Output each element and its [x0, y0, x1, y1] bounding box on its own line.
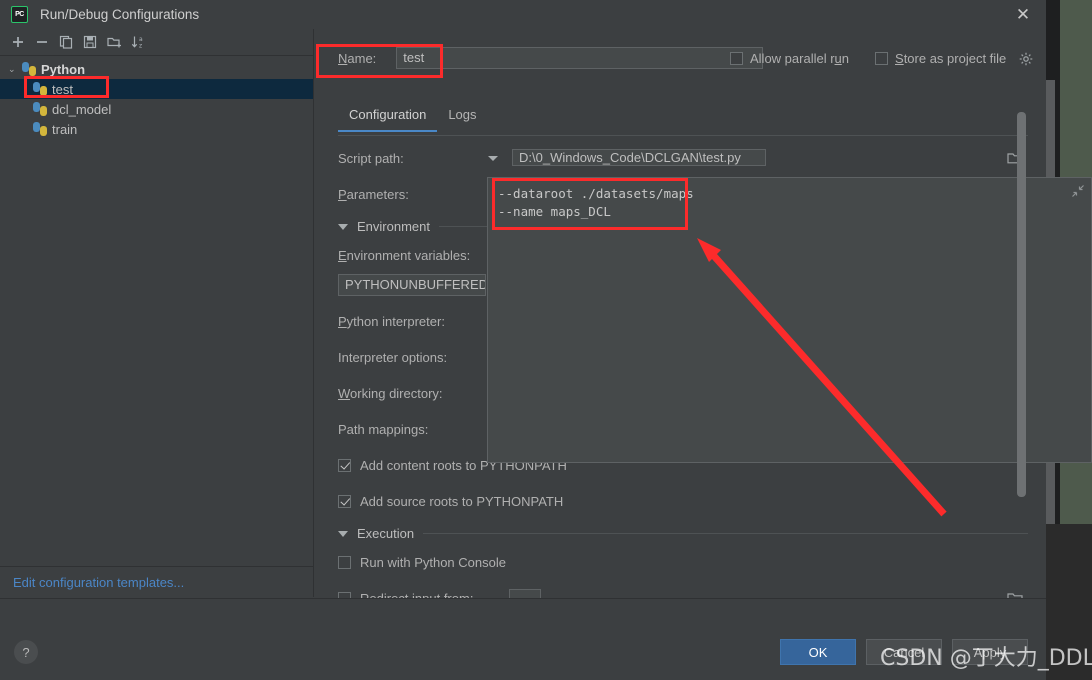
path-mappings-label: Path mappings: — [338, 421, 429, 437]
execution-section-header[interactable]: Execution — [338, 526, 1028, 541]
script-path-row: Script path: D:\0_Windows_Code\DCLGAN\te… — [338, 147, 1028, 169]
tree-node-python-root[interactable]: ⌄ Python — [0, 59, 313, 79]
tab-logs[interactable]: Logs — [437, 104, 487, 130]
checkbox-box[interactable] — [730, 52, 743, 65]
tree-node-test[interactable]: test — [0, 79, 313, 99]
python-icon — [33, 102, 47, 116]
chevron-down-icon[interactable] — [488, 155, 498, 161]
environment-variables-label: Environment variables: — [338, 247, 471, 263]
store-as-project-file-checkbox[interactable]: Store as project file — [875, 51, 1033, 66]
python-interpreter-label: Python interpreter: — [338, 313, 445, 329]
script-path-label: Script path: — [338, 150, 404, 166]
tab-configuration[interactable]: Configuration — [338, 104, 438, 132]
run-with-python-console-label: Run with Python Console — [360, 554, 506, 570]
environment-variables-input[interactable]: PYTHONUNBUFFERED= — [338, 274, 486, 296]
checkbox-box[interactable] — [338, 458, 351, 472]
folder-add-icon[interactable] — [102, 31, 126, 53]
dialog-titlebar: PC Run/Debug Configurations ✕ — [0, 0, 1046, 30]
sort-alpha-icon[interactable]: a z — [126, 31, 150, 53]
configurations-tree: ⌄ Python test dcl_model train — [0, 56, 313, 139]
add-source-roots-label: Add source roots to PYTHONPATH — [360, 493, 564, 509]
parameters-value[interactable]: --dataroot ./datasets/maps --name maps_D… — [488, 178, 1091, 228]
dialog-title: Run/Debug Configurations — [40, 7, 200, 22]
apply-button[interactable]: Apply — [952, 639, 1028, 665]
script-path-input[interactable]: D:\0_Windows_Code\DCLGAN\test.py — [512, 149, 766, 166]
chevron-down-icon[interactable]: ⌄ — [8, 64, 22, 75]
right-pane-scrollbar[interactable] — [1017, 112, 1026, 552]
allow-parallel-run-label: Allow parallel run — [750, 51, 850, 66]
environment-section-title: Environment — [357, 219, 430, 234]
store-as-project-file-label: Store as project file — [895, 51, 1007, 66]
triangle-down-icon[interactable] — [338, 530, 348, 537]
allow-parallel-run-checkbox[interactable]: Allow parallel run — [730, 51, 849, 66]
dialog-action-buttons: OK Cancel Apply — [780, 639, 1028, 665]
tree-node-train[interactable]: train — [0, 119, 313, 139]
screenshot-root: PC Run/Debug Configurations ✕ a z ⌄ Pyth… — [0, 0, 1092, 680]
tree-node-label: Python — [41, 61, 86, 77]
triangle-down-icon[interactable] — [338, 223, 348, 230]
run-options-row: Allow parallel run Store as project file — [730, 51, 1033, 66]
configurations-left-pane: a z ⌄ Python test dcl_model train Edit c… — [0, 29, 314, 597]
add-source-roots-checkbox[interactable]: Add source roots to PYTHONPATH — [338, 490, 1028, 512]
working-directory-label: Working directory: — [338, 385, 443, 401]
section-divider — [423, 533, 1028, 534]
scrollbar-thumb[interactable] — [1017, 112, 1026, 497]
ok-button[interactable]: OK — [780, 639, 856, 665]
dialog-bottom-bar: ? OK Cancel Apply — [0, 598, 1046, 680]
configuration-tabs: Configuration Logs — [338, 104, 1028, 136]
svg-text:z: z — [139, 43, 142, 49]
remove-configuration-button[interactable] — [30, 31, 54, 53]
interpreter-options-label: Interpreter options: — [338, 349, 448, 365]
tree-node-label: test — [52, 81, 73, 97]
tree-node-dcl-model[interactable]: dcl_model — [0, 99, 313, 119]
name-label: Name: — [338, 50, 377, 66]
collapse-diagonal-icon[interactable] — [1071, 184, 1085, 198]
close-icon[interactable]: ✕ — [1008, 4, 1038, 26]
configurations-toolbar: a z — [0, 29, 313, 56]
cancel-button[interactable]: Cancel — [866, 639, 942, 665]
tree-node-label: dcl_model — [52, 101, 112, 117]
name-row: Name: test — [338, 47, 764, 69]
pycharm-logo-icon: PC — [11, 6, 28, 23]
copy-icon[interactable] — [54, 31, 78, 53]
left-pane-footer: Edit configuration templates... — [0, 566, 313, 597]
desktop-backdrop-bottom — [1043, 524, 1092, 680]
save-icon[interactable] — [78, 31, 102, 53]
parameters-label: Parameters: — [338, 186, 409, 202]
python-icon — [22, 62, 36, 76]
help-button[interactable]: ? — [14, 640, 38, 664]
name-input[interactable]: test — [396, 47, 764, 69]
add-configuration-button[interactable] — [6, 31, 30, 53]
edit-configuration-templates-link[interactable]: Edit configuration templates... — [13, 575, 184, 590]
checkbox-box[interactable] — [338, 494, 351, 508]
execution-section-title: Execution — [357, 526, 415, 541]
checkbox-box[interactable] — [875, 52, 889, 65]
gear-icon[interactable] — [1019, 52, 1033, 66]
parameters-expanded-editor[interactable]: --dataroot ./datasets/maps --name maps_D… — [487, 177, 1092, 463]
tree-node-label: train — [52, 121, 78, 137]
checkbox-box[interactable] — [338, 555, 351, 569]
python-icon — [33, 122, 47, 136]
python-icon — [33, 82, 47, 96]
run-with-python-console-checkbox[interactable]: Run with Python Console — [338, 551, 1028, 573]
